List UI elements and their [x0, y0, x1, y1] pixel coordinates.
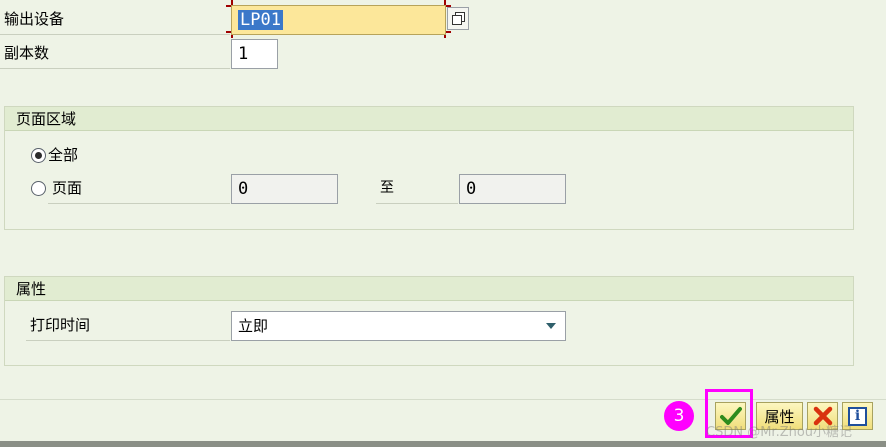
copies-field[interactable]: 1 [231, 39, 278, 69]
page-area-group: 页面区域 [4, 106, 854, 230]
print-time-label: 打印时间 [26, 310, 230, 341]
all-pages-label: 全部 [48, 146, 79, 164]
to-label: 至 [376, 173, 458, 204]
output-device-label: 输出设备 [0, 4, 230, 35]
output-device-field[interactable]: LP01 [231, 5, 446, 35]
page-area-title: 页面区域 [5, 107, 853, 131]
page-to-field[interactable]: 0 [459, 174, 566, 204]
copy-value-help-icon[interactable] [447, 7, 469, 30]
copies-label: 副本数 [0, 38, 230, 69]
page-from-field[interactable]: 0 [231, 174, 338, 204]
copies-value: 1 [238, 44, 249, 64]
page-range-radio[interactable] [31, 181, 46, 196]
page-to-value: 0 [466, 179, 477, 199]
dropdown-arrow-icon[interactable] [546, 323, 556, 329]
watermark: CSDN @Mr.Zhou小糖记 [706, 425, 853, 440]
toolbar-separator [0, 399, 886, 400]
print-time-value: 立即 [238, 317, 269, 335]
page-from-value: 0 [238, 179, 249, 199]
bottom-border [0, 441, 886, 447]
output-device-value: LP01 [238, 10, 283, 30]
print-time-select[interactable]: 立即 [231, 311, 566, 341]
page-range-label: 页面 [48, 173, 230, 204]
properties-title: 属性 [5, 277, 853, 301]
step-badge-text: 3 [673, 406, 685, 426]
all-pages-radio[interactable] [31, 148, 46, 163]
step-badge: 3 [664, 401, 694, 431]
